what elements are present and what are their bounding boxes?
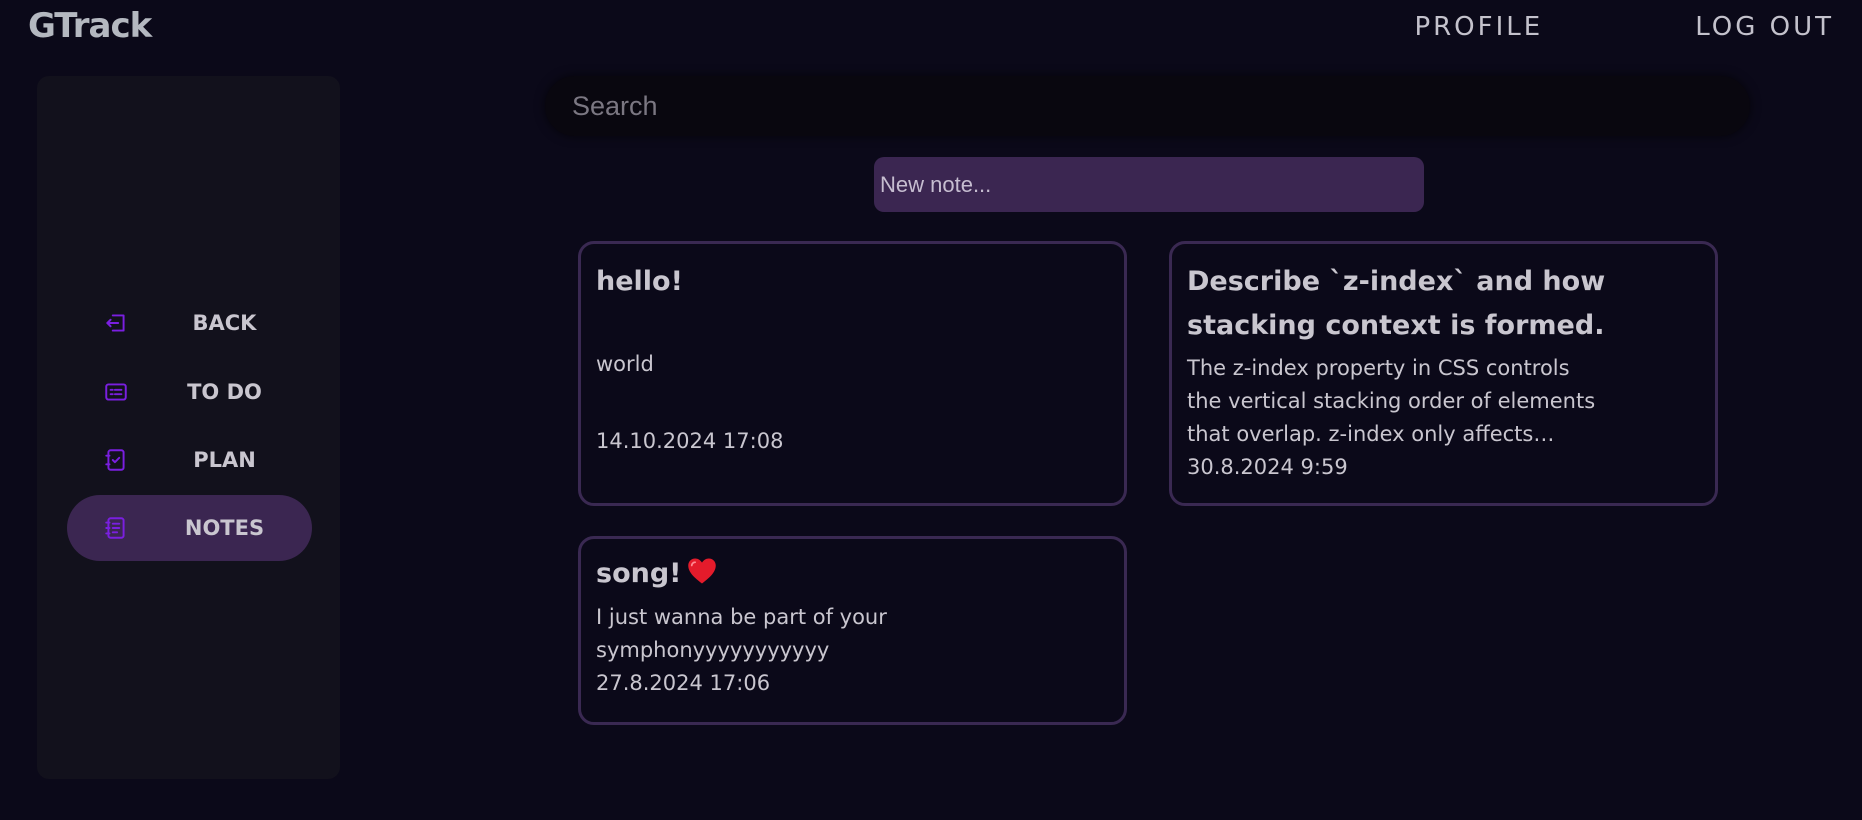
notes-icon bbox=[105, 517, 125, 539]
todo-list-icon bbox=[105, 383, 127, 401]
top-nav: PROFILE LOG OUT bbox=[1414, 12, 1834, 42]
heart-icon bbox=[688, 558, 717, 584]
new-note-input[interactable] bbox=[874, 157, 1424, 212]
sidebar-item-label: TO DO bbox=[187, 380, 262, 404]
note-title-line: stacking context is formed. bbox=[1187, 310, 1605, 341]
profile-link[interactable]: PROFILE bbox=[1414, 12, 1543, 42]
note-date: 30.8.2024 9:59 bbox=[1187, 455, 1348, 479]
plan-checklist-icon bbox=[105, 449, 125, 471]
note-date: 27.8.2024 17:06 bbox=[596, 671, 771, 695]
note-card[interactable]: hello! world 14.10.2024 17:08 bbox=[578, 241, 1127, 506]
sidebar: BACK TO DO PLAN NOTES bbox=[37, 76, 340, 779]
note-body-line: The z-index property in CSS controls bbox=[1187, 356, 1570, 380]
note-body-line: that overlap. z-index only affects… bbox=[1187, 422, 1555, 446]
search-input[interactable] bbox=[545, 76, 1750, 136]
sidebar-item-label: PLAN bbox=[193, 448, 256, 472]
note-title: song! bbox=[596, 558, 682, 589]
sidebar-item-todo[interactable]: TO DO bbox=[67, 359, 312, 425]
app-logo[interactable]: GTrack bbox=[28, 6, 152, 46]
sidebar-item-label: BACK bbox=[192, 311, 257, 335]
sidebar-item-label: NOTES bbox=[184, 516, 265, 540]
note-title: hello! bbox=[596, 266, 683, 297]
logout-link[interactable]: LOG OUT bbox=[1695, 12, 1834, 42]
note-body-line: the vertical stacking order of elements bbox=[1187, 389, 1596, 413]
sidebar-item-back[interactable]: BACK bbox=[67, 290, 312, 356]
note-body-line: I just wanna be part of your bbox=[596, 605, 887, 629]
note-body-line: symphonyyyyyyyyyyy bbox=[596, 638, 830, 662]
sidebar-item-notes[interactable]: NOTES bbox=[67, 495, 312, 561]
note-card[interactable]: song! I just wanna be part of your symph… bbox=[578, 536, 1127, 725]
note-body: world bbox=[596, 352, 654, 376]
note-date: 14.10.2024 17:08 bbox=[596, 429, 784, 453]
sidebar-item-plan[interactable]: PLAN bbox=[67, 427, 312, 493]
note-title-line: Describe `z-index` and how bbox=[1187, 266, 1606, 297]
note-title-row: song! bbox=[596, 552, 1109, 596]
back-icon bbox=[106, 314, 125, 332]
note-card[interactable]: Describe `z-index` and how stacking cont… bbox=[1169, 241, 1718, 506]
